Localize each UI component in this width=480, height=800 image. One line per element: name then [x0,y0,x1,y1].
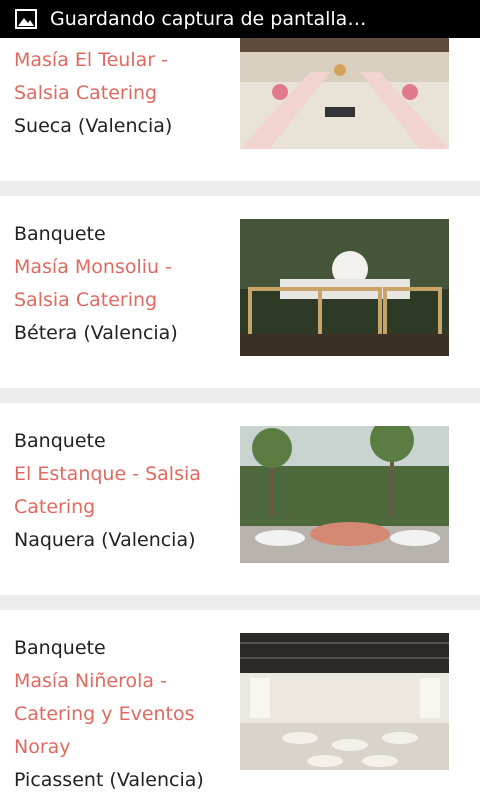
venue-name-link[interactable]: Masía El Teular - Salsia Catering [14,44,229,110]
listing-card[interactable]: Banquete Masía Niñerola - Catering y Eve… [0,610,480,800]
venue-photo[interactable] [240,633,449,770]
image-icon [15,9,37,29]
listing-type: Banquete [14,223,106,245]
venue-location: Picassent (Valencia) [14,769,204,791]
venue-location: Bétera (Valencia) [14,322,178,344]
listing-type: Banquete [14,430,106,452]
listing-card[interactable]: Banquete Masía Monsoliu - Salsia Caterin… [0,196,480,388]
listing-type: Banquete [14,637,106,659]
venue-name-link[interactable]: Masía Niñerola - Catering y Eventos Nora… [14,665,229,764]
venue-photo[interactable] [240,426,449,563]
listing-card[interactable]: Banquete El Estanque - Salsia Catering N… [0,403,480,595]
venue-location: Sueca (Valencia) [14,115,173,137]
venue-location: Naquera (Valencia) [14,529,196,551]
notification-text: Guardando captura de pantalla… [50,8,367,30]
status-bar: Guardando captura de pantalla… [0,0,480,38]
venue-name-link[interactable]: El Estanque - Salsia Catering [14,458,229,524]
venue-photo[interactable] [240,219,449,356]
venue-name-link[interactable]: Masía Monsoliu - Salsia Catering [14,251,229,317]
